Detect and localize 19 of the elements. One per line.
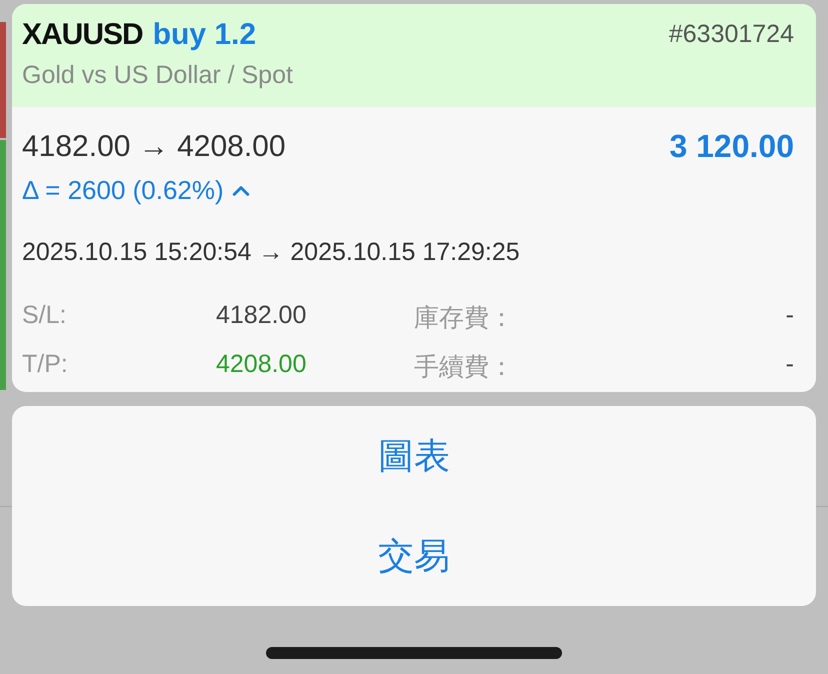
field-value: - bbox=[786, 301, 794, 331]
price-delta: Δ = 2600 (0.62%) bbox=[22, 175, 224, 206]
symbol-text: XAUUSD bbox=[22, 18, 143, 52]
field-label: 庫存費： bbox=[414, 303, 515, 334]
price-range: 4182.00 → 4208.00 bbox=[22, 130, 286, 164]
field-value: 4182.00 bbox=[216, 301, 308, 331]
action-button[interactable]: 交易 bbox=[12, 506, 816, 606]
field-label: 手續費： bbox=[414, 352, 515, 383]
caret-icon[interactable] bbox=[232, 184, 250, 196]
field-value: 4208.00 bbox=[216, 350, 308, 380]
field-label: T/P: bbox=[22, 350, 69, 380]
order-type-text: buy 1.2 bbox=[152, 18, 256, 52]
ticket-number: #63301724 bbox=[668, 20, 794, 49]
profit-value: 3 120.00 bbox=[669, 128, 794, 165]
action-button[interactable]: 圖表 bbox=[12, 406, 816, 506]
field-value: - bbox=[786, 350, 794, 380]
field-label: S/L: bbox=[22, 301, 68, 331]
symbol-description: Gold vs US Dollar / Spot bbox=[22, 61, 294, 90]
time-range: 2025.10.15 15:20:54 → 2025.10.15 17:29:25 bbox=[22, 238, 521, 267]
